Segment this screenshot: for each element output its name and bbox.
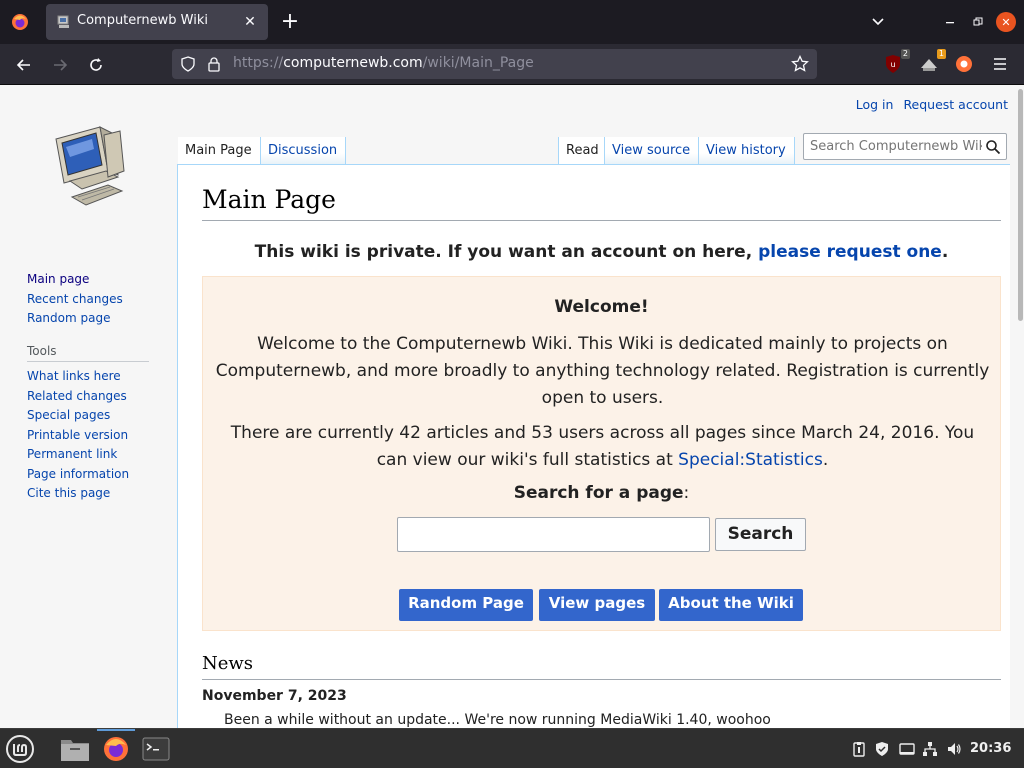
update-shield-icon[interactable]: [874, 741, 890, 757]
search-for-page-label: Search for a page:: [203, 483, 1000, 503]
browser-tab-bar: Computernewb Wiki ✕ + ✕: [0, 0, 1024, 44]
statistics-paragraph: There are currently 42 articles and 53 u…: [215, 420, 990, 474]
nav-recent-changes[interactable]: Recent changes: [27, 290, 123, 310]
restore-icon[interactable]: [968, 12, 988, 32]
wiki-logo[interactable]: [48, 121, 128, 209]
special-statistics-link[interactable]: Special:Statistics: [678, 450, 823, 470]
about-wiki-button[interactable]: About the Wiki: [659, 589, 803, 621]
request-account-link[interactable]: Request account: [903, 97, 1008, 112]
news-date: November 7, 2023: [202, 688, 347, 704]
minimize-icon[interactable]: [940, 12, 960, 32]
files-icon[interactable]: [60, 734, 90, 764]
welcome-paragraph: Welcome to the Computernewb Wiki. This W…: [215, 334, 990, 408]
welcome-title: Welcome!: [554, 297, 649, 317]
tools-page-information[interactable]: Page information: [27, 465, 129, 485]
tab-discussion-label[interactable]: Discussion: [268, 143, 337, 158]
browser-tab[interactable]: Computernewb Wiki ✕: [46, 4, 268, 40]
wiki-search-box: [803, 133, 1007, 160]
firefox-taskbar-icon[interactable]: [101, 734, 131, 764]
scrollbar-thumb[interactable]: [1018, 89, 1023, 321]
login-link[interactable]: Log in: [856, 97, 894, 112]
navigation-portal: Main page Recent changes Random page: [27, 270, 123, 329]
search-icon[interactable]: [985, 139, 1001, 155]
window-close-icon[interactable]: ✕: [996, 12, 1016, 32]
mint-menu-icon[interactable]: [5, 734, 35, 764]
nav-main-page[interactable]: Main page: [27, 270, 123, 290]
notice-end: .: [941, 242, 949, 262]
firefox-view-icon[interactable]: [8, 10, 32, 34]
svg-text:u: u: [890, 60, 895, 69]
display-icon[interactable]: [899, 741, 915, 757]
bookmark-star-icon[interactable]: [791, 55, 809, 73]
tab-read[interactable]: Read: [558, 137, 605, 164]
active-app-indicator: [97, 729, 135, 731]
tools-printable-version[interactable]: Printable version: [27, 426, 129, 446]
tab-title: Computernewb Wiki: [77, 13, 208, 28]
hamburger-menu-icon[interactable]: [989, 53, 1011, 75]
tab-view-history-label[interactable]: View history: [706, 143, 786, 158]
statistics-end: .: [822, 450, 829, 470]
personal-tools: Log in Request account: [850, 97, 1008, 112]
private-wiki-notice: This wiki is private. If you want an acc…: [202, 242, 1001, 262]
tab-main-page[interactable]: Main Page: [178, 137, 261, 164]
nav-random-page[interactable]: Random page: [27, 309, 123, 329]
news-item: Been a while without an update... We're …: [224, 712, 771, 728]
content-area: Main Page This wiki is private. If you w…: [177, 164, 1010, 728]
view-pages-button[interactable]: View pages: [539, 589, 655, 621]
firefox-account-icon[interactable]: [953, 53, 975, 75]
clipboard-icon[interactable]: [851, 741, 867, 757]
random-page-button[interactable]: Random Page: [399, 589, 533, 621]
forward-icon[interactable]: [46, 52, 74, 78]
tools-cite-this-page[interactable]: Cite this page: [27, 484, 129, 504]
network-icon[interactable]: [922, 741, 938, 757]
extension-badge: 1: [936, 49, 946, 59]
tab-view-source-label[interactable]: View source: [612, 143, 690, 158]
terminal-icon[interactable]: [141, 734, 171, 764]
reload-icon[interactable]: [82, 52, 110, 78]
tracking-protection-shield-icon[interactable]: [180, 56, 196, 72]
search-label-colon: :: [683, 483, 690, 503]
tools-heading: Tools: [27, 344, 149, 362]
tab-view-source[interactable]: View source: [605, 137, 699, 164]
ublock-badge: 2: [900, 49, 910, 59]
tab-discussion[interactable]: Discussion: [261, 137, 346, 164]
tab-view-history[interactable]: View history: [699, 137, 795, 164]
url-bar[interactable]: https://computernewb.com/wiki/Main_Page: [172, 49, 817, 79]
tools-portal: What links here Related changes Special …: [27, 367, 129, 504]
volume-icon[interactable]: [946, 741, 962, 757]
clock[interactable]: 20:36: [970, 741, 1011, 756]
lock-icon[interactable]: [206, 56, 222, 72]
tab-read-label[interactable]: Read: [566, 143, 599, 158]
ublock-origin-icon[interactable]: u 2: [882, 49, 910, 75]
statistics-text: There are currently 42 articles and 53 u…: [230, 423, 975, 470]
new-tab-button[interactable]: +: [278, 10, 302, 34]
extension-icon[interactable]: 1: [918, 49, 946, 75]
search-button[interactable]: Search: [715, 518, 806, 551]
notice-text: This wiki is private. If you want an acc…: [254, 242, 759, 262]
list-all-tabs-icon[interactable]: [868, 12, 888, 32]
url-text[interactable]: https://computernewb.com/wiki/Main_Page: [233, 55, 534, 71]
tools-what-links-here[interactable]: What links here: [27, 367, 129, 387]
tools-permanent-link[interactable]: Permanent link: [27, 445, 129, 465]
page-title: Main Page: [202, 185, 1001, 221]
request-account-notice-link[interactable]: please request one: [758, 242, 942, 262]
tab-main-page-label[interactable]: Main Page: [185, 143, 252, 158]
tools-related-changes[interactable]: Related changes: [27, 387, 129, 407]
back-icon[interactable]: [10, 52, 38, 78]
welcome-box: Welcome! Welcome to the Computernewb Wik…: [202, 276, 1001, 631]
news-heading: News: [202, 653, 1001, 680]
taskbar: 20:36: [0, 728, 1024, 768]
computer-favicon-icon: [57, 15, 69, 28]
tools-special-pages[interactable]: Special pages: [27, 406, 129, 426]
search-label-text: Search for a page: [513, 483, 684, 503]
wiki-page: Log in Request account Main page Recent …: [0, 85, 1024, 728]
tab-close-icon[interactable]: ✕: [240, 12, 260, 32]
wiki-search-input[interactable]: [804, 134, 982, 159]
page-search-input[interactable]: [397, 517, 710, 552]
